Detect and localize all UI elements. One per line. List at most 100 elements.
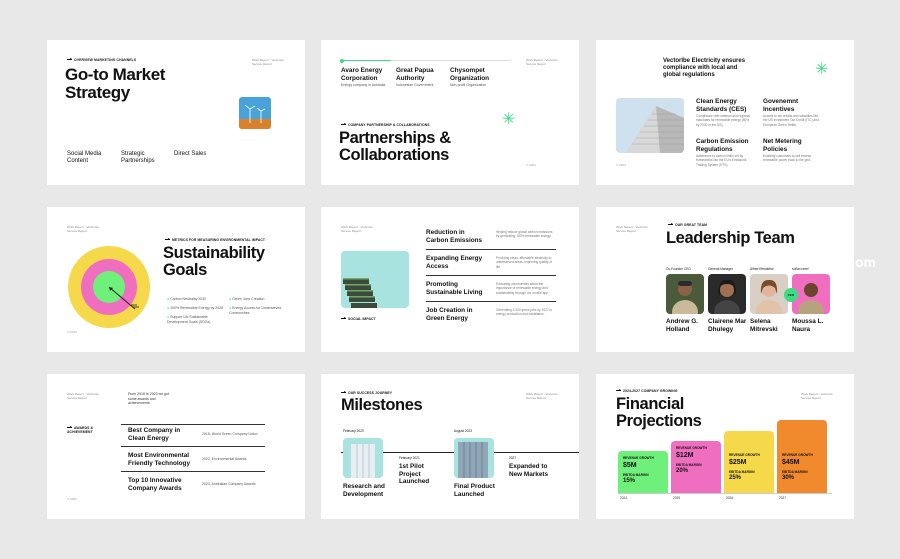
impact-desc: Providing clean, affordable electricity … xyxy=(496,256,552,269)
channel-direct-sales: Direct Sales xyxy=(174,151,207,157)
goal-item: ● Energy Access for Underserved Communit… xyxy=(229,306,282,315)
slide-sustainability[interactable]: Work Report · Vectorize Service Report M… xyxy=(47,207,305,352)
arrow-right-icon xyxy=(668,223,673,226)
card-growth-label: REVENUE GROWTH xyxy=(676,446,707,450)
section-label: 2024-2027 COMPANY GROWING xyxy=(616,389,678,393)
slide-go-to-market[interactable]: OVERVIEW MARKETING CHANNELS Work Report … xyxy=(47,40,305,185)
divider xyxy=(121,471,265,472)
slide-title: Financial Projections xyxy=(616,395,702,431)
card-margin-label: EBITDA MARGIN xyxy=(729,470,755,474)
regulation-desc: Adherence to carbon limits set by framew… xyxy=(696,154,747,167)
milestone-date: February 2020 xyxy=(343,429,364,433)
impact-title: Job Creation in Green Energy xyxy=(426,307,473,322)
award-title: Most Environmental Friendly Technology xyxy=(128,452,191,467)
award-title: Best Company in Clean Energy xyxy=(128,427,181,442)
target-graphic xyxy=(67,245,151,329)
channel-social-media: Social Media Content xyxy=(67,151,102,165)
slide-meta: Work Report · Vectorize Service Report xyxy=(67,392,99,401)
impact-desc: Generating 1,000 green jobs by 2027 in e… xyxy=(496,308,552,317)
slide-social-impact[interactable]: Work Report · Vectorize Service Report S… xyxy=(321,207,579,352)
goal-item: ● 100% Renewable Energy by 2028 xyxy=(167,306,224,310)
arrow-right-icon xyxy=(341,317,346,320)
slide-title: Milestones xyxy=(341,396,423,414)
milestone-date: February 2021 xyxy=(399,456,420,460)
card-margin: 20% xyxy=(676,468,689,474)
slide-title: Partnerships & Collaborations xyxy=(339,129,451,165)
watermark-text: om xyxy=(855,254,876,270)
leader-name: Moussa L. Naura xyxy=(792,318,824,333)
card-revenue: $5M xyxy=(623,462,637,469)
projection-card: REVENUE GROWTH $25M EBITDA MARGIN 25% xyxy=(724,431,774,493)
signature: sofian ranel xyxy=(792,267,809,271)
milestone-date: 2027 xyxy=(509,456,517,460)
award-title: Top 10 Innovative Company Awards xyxy=(128,477,182,492)
page-number: © 2024 xyxy=(67,497,77,501)
slide-financial[interactable]: 2024-2027 COMPANY GROWING Financial Proje… xyxy=(596,374,854,519)
divider xyxy=(121,446,265,447)
sparkle-icon: ✳ xyxy=(815,61,829,78)
role-label: Co-Founder CEO xyxy=(666,267,691,271)
slide-partnerships[interactable]: Avaro Energy Corporation Energy company … xyxy=(321,40,579,185)
baseline xyxy=(618,493,832,494)
awards-intro: From 2018 to 2023 we got some awards and… xyxy=(128,392,169,406)
milestone-date: August 2023 xyxy=(454,429,472,433)
slide-meta: Work Report · Vectorize Service Report xyxy=(801,392,833,401)
card-margin: 25% xyxy=(729,475,742,481)
slide-milestones[interactable]: OUR SUCCESS JOURNEY Milestones Work Repo… xyxy=(321,374,579,519)
ceo-badge: CEO xyxy=(784,288,798,302)
avatar xyxy=(708,274,746,314)
regulation-title: Govenemnt Incentives xyxy=(763,98,799,113)
impact-desc: Helping reduce global carbon emissions b… xyxy=(496,230,553,239)
slide-meta: Work Report · Vectorize Service Report xyxy=(616,225,648,234)
milestone-title: Expanded to New Markets xyxy=(509,463,549,478)
slide-leadership[interactable]: Work Report · Vectorize Service Report O… xyxy=(596,207,854,352)
divider xyxy=(121,424,265,425)
slide-title: Leadership Team xyxy=(666,229,795,247)
divider xyxy=(426,301,556,302)
slide-meta: Work Report · Vectorize Service Report xyxy=(526,392,558,401)
avatar xyxy=(750,274,788,314)
goal-item: ● Carbon Neutrality 2030 xyxy=(167,297,207,301)
slide-meta: Work Report · Vectorize Service Report xyxy=(67,225,99,234)
regulation-title: Carbon Emission Regulations xyxy=(696,138,749,153)
card-revenue: $45M xyxy=(782,459,800,466)
partner-name: Great Papua Authority xyxy=(396,67,434,82)
section-label: AWARDS & ACHIEVEMENT xyxy=(67,426,94,434)
leader-name: Selena Mitrevski xyxy=(750,318,778,333)
section-label: METRICS FOR MEASURING ENVIRONMENTAL IMPA… xyxy=(165,238,265,242)
card-margin-label: EBITDA MARGIN xyxy=(623,473,649,477)
arrow-right-icon xyxy=(341,391,346,394)
partner-desc: Indonesian Government xyxy=(396,83,434,87)
impact-title: Reduction in Carbon Emissions xyxy=(426,229,483,244)
milestone-title: 1st Pilot Project Launched xyxy=(399,463,430,486)
wind-turbine-photo xyxy=(239,97,271,129)
partner-name: Avaro Energy Corporation xyxy=(341,67,383,82)
partners-rule-accent xyxy=(341,60,391,61)
award-desc: 2022, Environmental Awards xyxy=(202,457,247,461)
slide-compliance[interactable]: Vectorlbe Electricity ensures compliance… xyxy=(596,40,854,185)
arrow-right-icon xyxy=(616,389,621,392)
card-margin: 30% xyxy=(782,475,795,481)
milestone-title: Final Product Launched xyxy=(454,483,495,498)
regulation-title: Net Metering Policies xyxy=(763,138,802,153)
award-desc: 2018, World Green Company Union xyxy=(202,432,258,436)
impact-desc: Educating communities about the importan… xyxy=(496,282,549,295)
partner-desc: Non-profit Organization xyxy=(450,83,487,87)
signature: Alfred Renaldino xyxy=(750,267,774,271)
leader-name: Clairene Mar Dhulegy xyxy=(708,318,747,333)
impact-title: Expanding Energy Access xyxy=(426,255,483,270)
page-number: © 2024 xyxy=(526,163,536,167)
arrow-right-icon xyxy=(67,58,72,61)
card-year: 2025 xyxy=(673,496,681,500)
slide-title: Sustainability Goals xyxy=(163,244,265,280)
slide-meta: Work Report · Vectorize Service Report xyxy=(526,58,558,67)
slide-awards[interactable]: Work Report · Vectorize Service Report F… xyxy=(47,374,305,519)
goal-item: ● Support UN Sustainable Development Goa… xyxy=(167,315,211,324)
regulation-desc: Access to tax credits and subsidies like… xyxy=(763,114,819,127)
page-number: © 2024 xyxy=(616,163,626,167)
leader-name: Andrew G. Holland xyxy=(666,318,698,333)
milestone-title: Research and Development xyxy=(343,483,385,498)
regulation-desc: Compliance with national and regional ma… xyxy=(696,114,750,127)
avatar xyxy=(666,274,704,314)
card-growth-label: REVENUE GROWTH xyxy=(729,453,760,457)
